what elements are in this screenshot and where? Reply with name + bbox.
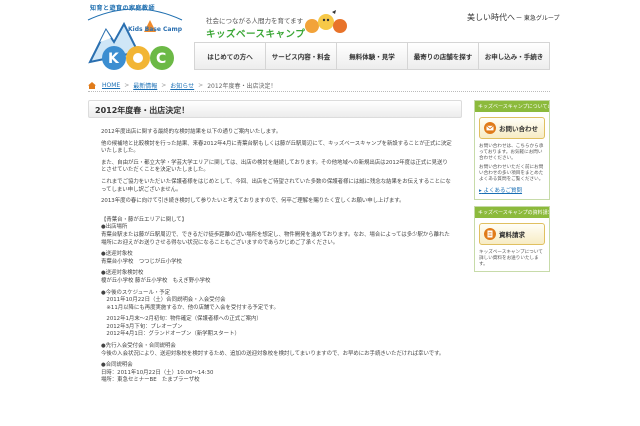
article-line: 2012年1月末〜2月初旬：物件確定（保護者様への正式ご案内） — [101, 316, 262, 323]
article-paragraph: 今後の入会状況により、送迎対象校を検討するため、追加の送迎対象校を検討してまいり… — [101, 350, 445, 357]
contact-description: お問い合わせは、こちらから承っております。お気軽にお問い合わせください。 — [479, 144, 544, 161]
faq-link-label: よくあるご質問 — [483, 188, 523, 194]
article-line: 2011年10月22日（土）合同説明会・入会受付会 — [101, 297, 226, 304]
breadcrumb-notice-link[interactable]: お知らせ — [170, 81, 194, 90]
nav-item-apply[interactable]: お申し込み・手続き — [479, 42, 550, 70]
nav-item-find-store[interactable]: 最寄りの店舗を探す — [408, 42, 479, 70]
contact-button[interactable]: お問い合わせ — [479, 117, 545, 139]
brochure-description: キッズベースキャンプについて詳しい資料をお送りいたします。 — [479, 250, 543, 267]
article-line: ●送迎対象検討校 — [101, 270, 144, 277]
article-paragraph: 他の候補地と比較検討を行った結果、来春2012年4月に青葉台駅もしくは藤が丘駅周… — [101, 140, 452, 155]
page-title: 2012年度春・出店決定！ — [88, 100, 462, 118]
faq-description: お問い合わせいただく前にお問い合わせの多い項目をまとめたよくある質問をご覧くださ… — [479, 165, 544, 182]
breadcrumb-separator: > — [198, 82, 204, 89]
brochure-request-label: 資料請求 — [499, 231, 525, 239]
brochure-request-button[interactable]: 資料請求 — [479, 223, 545, 245]
article-line: ●今後のスケジュール・予定 — [101, 289, 171, 296]
article-paragraph: 青葉台小学校 つつじが丘小学校 — [101, 258, 182, 265]
logo-subtitle: Kids Base Camp — [128, 26, 183, 33]
article-paragraph: 榎が丘小学校 藤が丘小学校 もえぎ野小学校 — [101, 277, 211, 284]
svg-text:C: C — [156, 51, 166, 67]
sidebar: キッズベースキャンプについてのお問い合わせ お問い合わせ お問い合わせは、こちら… — [474, 100, 550, 278]
breadcrumb-news-link[interactable]: 最新情報 — [133, 81, 157, 90]
section-heading: 【青葉台・藤が丘エリアに関して】 — [101, 216, 188, 223]
article-line: ●送迎対象校 — [101, 251, 133, 258]
brand-tagline: 社会につながる人間力を育てます — [206, 17, 304, 25]
article-paragraph: 青葉台駅または藤が丘駅周辺で、できるだけ徒歩距離の近い場所を想定し、物件開発を進… — [101, 231, 450, 246]
article-line: ●先行入会受付会・合同説明会 — [101, 343, 176, 350]
main-content: 2012年度春・出店決定！ 2012年度出店に関する最終的な検討結果を以下の通り… — [88, 100, 462, 426]
kbc-logo[interactable]: K C — [84, 2, 186, 74]
article-line: ●合同説明会 — [101, 362, 133, 369]
article-body: 2012年度出店に関する最終的な検討結果を以下の通りご案内いたします。 他の候補… — [88, 118, 462, 385]
article-paragraph: 2012年4月1日：グランドオープン（新学期スタート） — [101, 331, 240, 338]
article-paragraph: 2013年度の春に向けて引き続き検討して参りたいと考えておりますので、何卒ご理解… — [101, 198, 405, 205]
nav-item-trial[interactable]: 無料体験・見学 — [337, 42, 408, 70]
home-icon — [88, 82, 96, 89]
article-line: 場所：東急セミナーBE たまプラーザ校 — [101, 377, 200, 384]
mail-icon — [484, 122, 496, 134]
contact-box-heading: キッズベースキャンプについてのお問い合わせ — [475, 101, 549, 112]
document-icon — [484, 228, 496, 240]
breadcrumb-separator: > — [161, 82, 167, 89]
article-paragraph: これまでご協力をいただいた保護者様をはじめとして、今回、出店をご待望されていた多… — [101, 178, 451, 193]
site-header: K C 知育と遊育の家庭教師 Kids Base Camp 社会につながる人間力… — [0, 0, 640, 75]
character-illustration-icon — [305, 10, 347, 33]
nav-item-first-time[interactable]: はじめての方へ — [194, 42, 266, 70]
faq-link[interactable]: ▸ よくあるご質問 — [475, 186, 549, 199]
breadcrumb-separator: > — [124, 82, 130, 89]
breadcrumb-current: 2012年度春・出店決定！ — [207, 83, 277, 90]
breadcrumb-home-link[interactable]: HOME — [102, 82, 120, 89]
group-slogan: 美しい時代へ — [467, 13, 515, 22]
brochure-box-heading: キッズベースキャンプの資料請求 — [475, 207, 549, 218]
global-nav: はじめての方へ サービス内容・料金 無料体験・見学 最寄りの店舗を探す お申し込… — [194, 42, 550, 70]
contact-button-label: お問い合わせ — [499, 125, 538, 133]
arrow-right-icon: ▸ — [479, 188, 482, 194]
breadcrumb: HOME > 最新情報 > お知らせ > 2012年度春・出店決定！ — [88, 80, 550, 92]
article-paragraph: また、自由が丘・都立大学・学芸大学エリアに関しては、出店の検討を継続しております… — [101, 159, 448, 174]
article-paragraph: ※11月以降にも再度実施するか、他の店舗で入会を受付する予定です。 — [101, 304, 279, 311]
brand-name[interactable]: キッズベースキャンプ — [206, 26, 305, 40]
logo-arc-text: 知育と遊育の家庭教師 — [90, 5, 156, 12]
brochure-box: キッズベースキャンプの資料請求 資料請求 キッズベースキャンプについて詳しい資料… — [474, 206, 550, 272]
contact-box: キッズベースキャンプについてのお問い合わせ お問い合わせ お問い合わせは、こちら… — [474, 100, 550, 200]
nav-item-services[interactable]: サービス内容・料金 — [266, 42, 337, 70]
article-paragraph: 2012年度出店に関する最終的な検討結果を以下の通りご案内いたします。 — [101, 129, 282, 135]
article-line: ●出店場所 — [101, 224, 128, 231]
svg-text:K: K — [108, 51, 120, 67]
tokyu-group-logo[interactable]: ー 東急グループ — [516, 13, 560, 22]
